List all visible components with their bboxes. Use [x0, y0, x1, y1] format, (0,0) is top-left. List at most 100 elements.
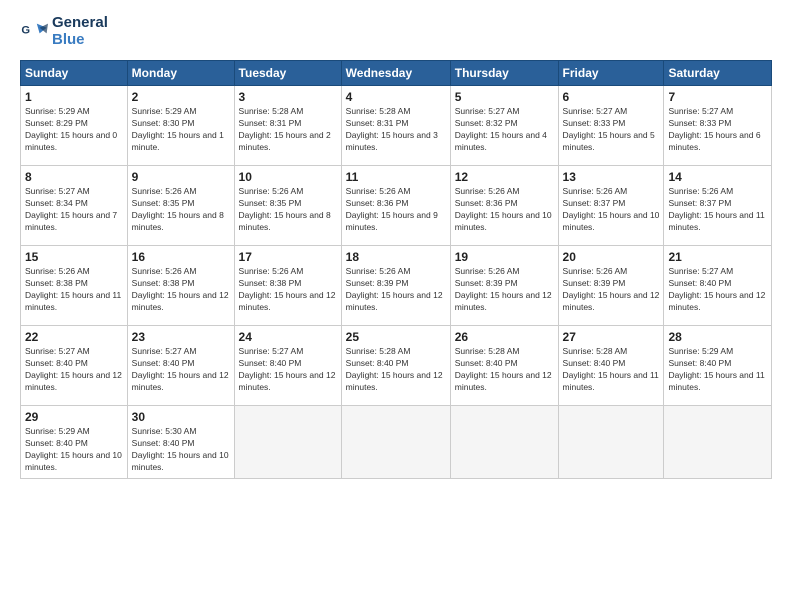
day-info: Sunrise: 5:26 AM Sunset: 8:39 PM Dayligh…: [563, 266, 660, 314]
calendar-cell: 24 Sunrise: 5:27 AM Sunset: 8:40 PM Dayl…: [234, 326, 341, 406]
day-info: Sunrise: 5:26 AM Sunset: 8:36 PM Dayligh…: [346, 186, 446, 234]
logo-line1: General: [52, 15, 108, 32]
day-header-saturday: Saturday: [664, 61, 772, 86]
day-number: 27: [563, 330, 660, 344]
day-number: 9: [132, 170, 230, 184]
day-info: Sunrise: 5:29 AM Sunset: 8:40 PM Dayligh…: [25, 426, 123, 474]
day-number: 1: [25, 90, 123, 104]
day-info: Sunrise: 5:28 AM Sunset: 8:40 PM Dayligh…: [563, 346, 660, 394]
day-info: Sunrise: 5:30 AM Sunset: 8:40 PM Dayligh…: [132, 426, 230, 474]
day-number: 4: [346, 90, 446, 104]
day-info: Sunrise: 5:27 AM Sunset: 8:34 PM Dayligh…: [25, 186, 123, 234]
calendar-cell: 2 Sunrise: 5:29 AM Sunset: 8:30 PM Dayli…: [127, 86, 234, 166]
day-number: 12: [455, 170, 554, 184]
calendar-cell: 9 Sunrise: 5:26 AM Sunset: 8:35 PM Dayli…: [127, 166, 234, 246]
logo-line2: Blue: [52, 32, 108, 49]
day-info: Sunrise: 5:29 AM Sunset: 8:30 PM Dayligh…: [132, 106, 230, 154]
day-info: Sunrise: 5:27 AM Sunset: 8:40 PM Dayligh…: [239, 346, 337, 394]
day-info: Sunrise: 5:26 AM Sunset: 8:39 PM Dayligh…: [455, 266, 554, 314]
day-info: Sunrise: 5:28 AM Sunset: 8:31 PM Dayligh…: [346, 106, 446, 154]
day-number: 5: [455, 90, 554, 104]
day-number: 24: [239, 330, 337, 344]
calendar-cell: [664, 406, 772, 479]
day-info: Sunrise: 5:27 AM Sunset: 8:40 PM Dayligh…: [668, 266, 767, 314]
calendar-cell: 10 Sunrise: 5:26 AM Sunset: 8:35 PM Dayl…: [234, 166, 341, 246]
calendar-cell: 15 Sunrise: 5:26 AM Sunset: 8:38 PM Dayl…: [21, 246, 128, 326]
day-number: 29: [25, 410, 123, 424]
calendar-table: SundayMondayTuesdayWednesdayThursdayFrid…: [20, 60, 772, 479]
day-info: Sunrise: 5:26 AM Sunset: 8:35 PM Dayligh…: [239, 186, 337, 234]
calendar-cell: 16 Sunrise: 5:26 AM Sunset: 8:38 PM Dayl…: [127, 246, 234, 326]
day-number: 19: [455, 250, 554, 264]
day-info: Sunrise: 5:26 AM Sunset: 8:38 PM Dayligh…: [25, 266, 123, 314]
calendar-cell: 19 Sunrise: 5:26 AM Sunset: 8:39 PM Dayl…: [450, 246, 558, 326]
svg-text:G: G: [21, 24, 30, 36]
day-number: 14: [668, 170, 767, 184]
day-info: Sunrise: 5:26 AM Sunset: 8:37 PM Dayligh…: [563, 186, 660, 234]
calendar-cell: 6 Sunrise: 5:27 AM Sunset: 8:33 PM Dayli…: [558, 86, 664, 166]
day-header-wednesday: Wednesday: [341, 61, 450, 86]
day-number: 18: [346, 250, 446, 264]
calendar-cell: 8 Sunrise: 5:27 AM Sunset: 8:34 PM Dayli…: [21, 166, 128, 246]
day-info: Sunrise: 5:26 AM Sunset: 8:35 PM Dayligh…: [132, 186, 230, 234]
day-number: 8: [25, 170, 123, 184]
day-number: 15: [25, 250, 123, 264]
day-number: 2: [132, 90, 230, 104]
day-number: 6: [563, 90, 660, 104]
day-info: Sunrise: 5:28 AM Sunset: 8:31 PM Dayligh…: [239, 106, 337, 154]
day-info: Sunrise: 5:28 AM Sunset: 8:40 PM Dayligh…: [455, 346, 554, 394]
day-header-friday: Friday: [558, 61, 664, 86]
calendar-cell: 21 Sunrise: 5:27 AM Sunset: 8:40 PM Dayl…: [664, 246, 772, 326]
calendar-cell: 22 Sunrise: 5:27 AM Sunset: 8:40 PM Dayl…: [21, 326, 128, 406]
calendar-cell: 20 Sunrise: 5:26 AM Sunset: 8:39 PM Dayl…: [558, 246, 664, 326]
day-number: 23: [132, 330, 230, 344]
calendar-cell: 28 Sunrise: 5:29 AM Sunset: 8:40 PM Dayl…: [664, 326, 772, 406]
day-number: 11: [346, 170, 446, 184]
day-info: Sunrise: 5:29 AM Sunset: 8:40 PM Dayligh…: [668, 346, 767, 394]
calendar-cell: 17 Sunrise: 5:26 AM Sunset: 8:38 PM Dayl…: [234, 246, 341, 326]
logo-icon: G: [20, 18, 48, 46]
calendar-cell: 5 Sunrise: 5:27 AM Sunset: 8:32 PM Dayli…: [450, 86, 558, 166]
day-number: 16: [132, 250, 230, 264]
calendar-cell: [558, 406, 664, 479]
day-number: 3: [239, 90, 337, 104]
day-header-sunday: Sunday: [21, 61, 128, 86]
calendar-cell: 11 Sunrise: 5:26 AM Sunset: 8:36 PM Dayl…: [341, 166, 450, 246]
day-info: Sunrise: 5:26 AM Sunset: 8:39 PM Dayligh…: [346, 266, 446, 314]
day-header-tuesday: Tuesday: [234, 61, 341, 86]
day-info: Sunrise: 5:28 AM Sunset: 8:40 PM Dayligh…: [346, 346, 446, 394]
calendar-cell: 4 Sunrise: 5:28 AM Sunset: 8:31 PM Dayli…: [341, 86, 450, 166]
calendar-cell: 29 Sunrise: 5:29 AM Sunset: 8:40 PM Dayl…: [21, 406, 128, 479]
day-number: 13: [563, 170, 660, 184]
calendar-cell: 1 Sunrise: 5:29 AM Sunset: 8:29 PM Dayli…: [21, 86, 128, 166]
day-number: 28: [668, 330, 767, 344]
day-number: 10: [239, 170, 337, 184]
day-info: Sunrise: 5:26 AM Sunset: 8:36 PM Dayligh…: [455, 186, 554, 234]
calendar-cell: 27 Sunrise: 5:28 AM Sunset: 8:40 PM Dayl…: [558, 326, 664, 406]
day-number: 30: [132, 410, 230, 424]
day-number: 17: [239, 250, 337, 264]
day-info: Sunrise: 5:27 AM Sunset: 8:40 PM Dayligh…: [132, 346, 230, 394]
day-number: 21: [668, 250, 767, 264]
day-info: Sunrise: 5:26 AM Sunset: 8:38 PM Dayligh…: [132, 266, 230, 314]
day-header-monday: Monday: [127, 61, 234, 86]
calendar-cell: 7 Sunrise: 5:27 AM Sunset: 8:33 PM Dayli…: [664, 86, 772, 166]
day-number: 26: [455, 330, 554, 344]
day-info: Sunrise: 5:27 AM Sunset: 8:40 PM Dayligh…: [25, 346, 123, 394]
calendar-cell: 25 Sunrise: 5:28 AM Sunset: 8:40 PM Dayl…: [341, 326, 450, 406]
calendar-cell: 30 Sunrise: 5:30 AM Sunset: 8:40 PM Dayl…: [127, 406, 234, 479]
day-info: Sunrise: 5:27 AM Sunset: 8:32 PM Dayligh…: [455, 106, 554, 154]
day-number: 25: [346, 330, 446, 344]
calendar-cell: [450, 406, 558, 479]
day-header-thursday: Thursday: [450, 61, 558, 86]
calendar-cell: 12 Sunrise: 5:26 AM Sunset: 8:36 PM Dayl…: [450, 166, 558, 246]
day-info: Sunrise: 5:27 AM Sunset: 8:33 PM Dayligh…: [668, 106, 767, 154]
calendar-cell: 13 Sunrise: 5:26 AM Sunset: 8:37 PM Dayl…: [558, 166, 664, 246]
day-number: 22: [25, 330, 123, 344]
calendar-cell: 26 Sunrise: 5:28 AM Sunset: 8:40 PM Dayl…: [450, 326, 558, 406]
day-number: 20: [563, 250, 660, 264]
calendar-cell: 3 Sunrise: 5:28 AM Sunset: 8:31 PM Dayli…: [234, 86, 341, 166]
calendar-cell: [234, 406, 341, 479]
calendar-cell: 14 Sunrise: 5:26 AM Sunset: 8:37 PM Dayl…: [664, 166, 772, 246]
day-number: 7: [668, 90, 767, 104]
